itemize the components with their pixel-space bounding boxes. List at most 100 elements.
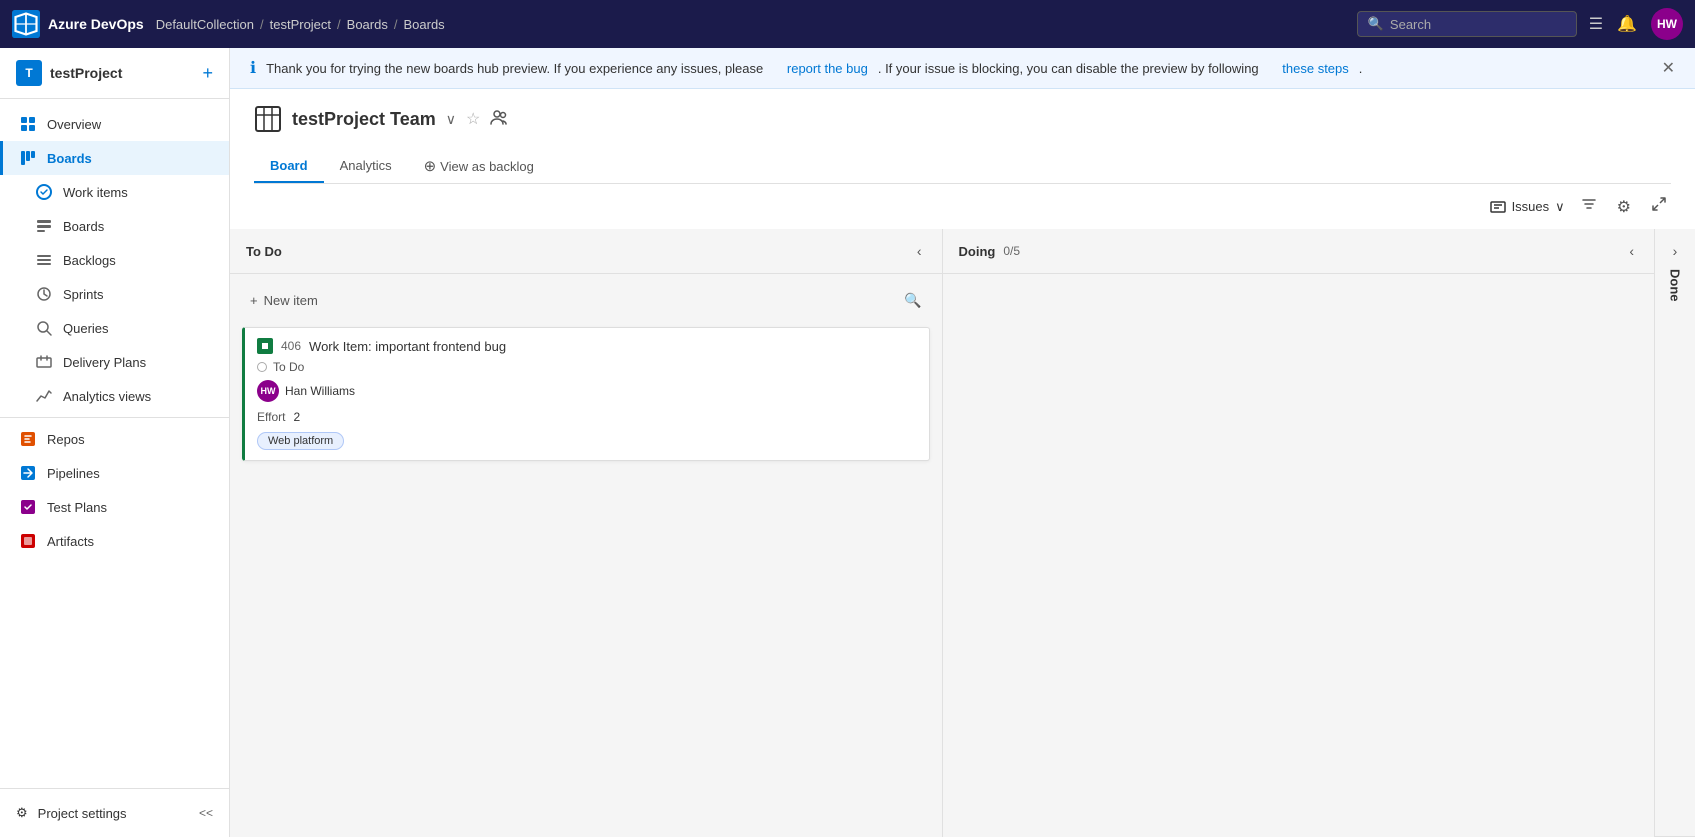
sidebar-analytics-label: Analytics views [63,389,151,404]
column-doing-title: Doing [959,244,996,259]
project-label: testProject [50,65,122,81]
tab-board[interactable]: Board [254,150,324,183]
sidebar-item-backlogs[interactable]: Backlogs [0,243,229,277]
fullscreen-button[interactable] [1647,192,1671,221]
sidebar: T testProject + Overview Boards [0,48,230,837]
settings-icon: ⚙ [16,805,28,821]
board-type-icon [254,105,282,133]
column-todo-add-row: + New item 🔍 [242,286,930,315]
manage-team-icon[interactable] [490,108,508,131]
settings-label: Project settings [38,806,127,821]
card-top: 406 Work Item: important frontend bug [257,338,917,354]
sidebar-delivery-label: Delivery Plans [63,355,146,370]
search-bar[interactable]: 🔍 [1357,11,1577,37]
sidebar-item-pipelines[interactable]: Pipelines [0,456,229,490]
collapse-icon[interactable]: << [199,806,213,820]
queries-icon [35,319,53,337]
sidebar-workitems-label: Work items [63,185,128,200]
app-logo[interactable]: Azure DevOps [12,10,144,38]
card-effort: Effort 2 [257,410,917,424]
sidebar-sprints-label: Sprints [63,287,103,302]
sidebar-repos-label: Repos [47,432,85,447]
sidebar-backlogs-label: Backlogs [63,253,116,268]
user-avatar[interactable]: HW [1651,8,1683,40]
breadcrumb: DefaultCollection / testProject / Boards… [156,17,1345,32]
effort-value: 2 [293,410,300,424]
sidebar-item-testplans[interactable]: Test Plans [0,490,229,524]
notice-text-after: . [1359,61,1363,76]
sidebar-item-boards2[interactable]: Boards [0,209,229,243]
work-item-card[interactable]: 406 Work Item: important frontend bug To… [242,327,930,461]
card-type-icon [257,338,273,354]
app-name: Azure DevOps [48,16,144,32]
add-item-button[interactable]: + New item [250,293,318,308]
testplans-icon [19,498,37,516]
sidebar-bottom: ⚙ Project settings << [0,788,229,837]
card-tag: Web platform [257,432,344,450]
project-icon: T [16,60,42,86]
add-project-button[interactable]: + [202,63,213,84]
sidebar-item-label: Overview [47,117,101,132]
view-as-backlog-label: View as backlog [440,159,534,174]
sidebar-item-analytics[interactable]: Analytics views [0,379,229,413]
info-icon: ℹ [250,58,256,78]
sidebar-item-overview[interactable]: Overview [0,107,229,141]
assignee-name: Han Williams [285,384,355,398]
board-chevron[interactable]: ∨ [446,111,456,128]
column-done: › Done [1655,229,1695,837]
delivery-icon [35,353,53,371]
breadcrumb-project[interactable]: testProject [270,17,331,32]
sidebar-settings[interactable]: ⚙ Project settings << [0,797,229,829]
issues-button[interactable]: Issues ∨ [1490,199,1565,215]
notice-link-steps[interactable]: these steps [1282,61,1349,76]
sidebar-item-workitems[interactable]: Work items [0,175,229,209]
column-doing-collapse[interactable]: ‹ [1625,241,1638,261]
search-input[interactable] [1390,17,1566,32]
sidebar-item-artifacts[interactable]: Artifacts [0,524,229,558]
card-assignee: HW Han Williams [257,380,917,402]
sidebar-item-repos[interactable]: Repos [0,422,229,456]
column-todo-collapse[interactable]: ‹ [913,241,926,261]
backlogs-icon [35,251,53,269]
notification-icon[interactable]: 🔔 [1617,14,1637,34]
column-todo-header: To Do ‹ [230,229,942,274]
notice-link-report[interactable]: report the bug [787,61,868,76]
board-title: testProject Team [292,109,436,130]
board-header: testProject Team ∨ ☆ Board Analytics ⊕ V… [230,89,1695,184]
column-doing: Doing 0/5 ‹ [943,229,1656,837]
pipelines-icon [19,464,37,482]
column-search-button[interactable]: 🔍 [904,292,921,309]
menu-icon[interactable]: ☰ [1589,14,1603,34]
card-title: Work Item: important frontend bug [309,339,506,354]
column-todo-title: To Do [246,244,282,259]
sidebar-item-delivery[interactable]: Delivery Plans [0,345,229,379]
view-as-backlog[interactable]: ⊕ View as backlog [408,149,550,183]
board-settings-button[interactable]: ⚙ [1613,193,1635,221]
add-icon: + [250,293,258,308]
notice-close-button[interactable]: ✕ [1662,58,1675,78]
column-doing-content [943,274,1655,837]
filter-button[interactable] [1577,192,1601,221]
sidebar-queries-label: Queries [63,321,109,336]
status-dot [257,362,267,372]
tab-analytics[interactable]: Analytics [324,150,408,183]
main-layout: T testProject + Overview Boards [0,48,1695,837]
sidebar-project: T testProject + [0,48,229,99]
assignee-avatar: HW [257,380,279,402]
breadcrumb-collection[interactable]: DefaultCollection [156,17,254,32]
star-icon[interactable]: ☆ [466,109,480,129]
repos-icon [19,430,37,448]
boards2-icon [35,217,53,235]
topbar-icons: ☰ 🔔 HW [1589,8,1683,40]
breadcrumb-boards[interactable]: Boards [347,17,388,32]
column-done-expand[interactable]: › [1669,241,1682,261]
sidebar-item-queries[interactable]: Queries [0,311,229,345]
topbar: Azure DevOps DefaultCollection / testPro… [0,0,1695,48]
sidebar-item-sprints[interactable]: Sprints [0,277,229,311]
column-doing-count: 0/5 [1003,244,1020,258]
sidebar-artifacts-label: Artifacts [47,534,94,549]
issues-chevron-icon: ∨ [1555,199,1565,215]
breadcrumb-boards2[interactable]: Boards [403,17,444,32]
sidebar-item-boards[interactable]: Boards [0,141,229,175]
board-tabs: Board Analytics ⊕ View as backlog [254,149,1671,184]
